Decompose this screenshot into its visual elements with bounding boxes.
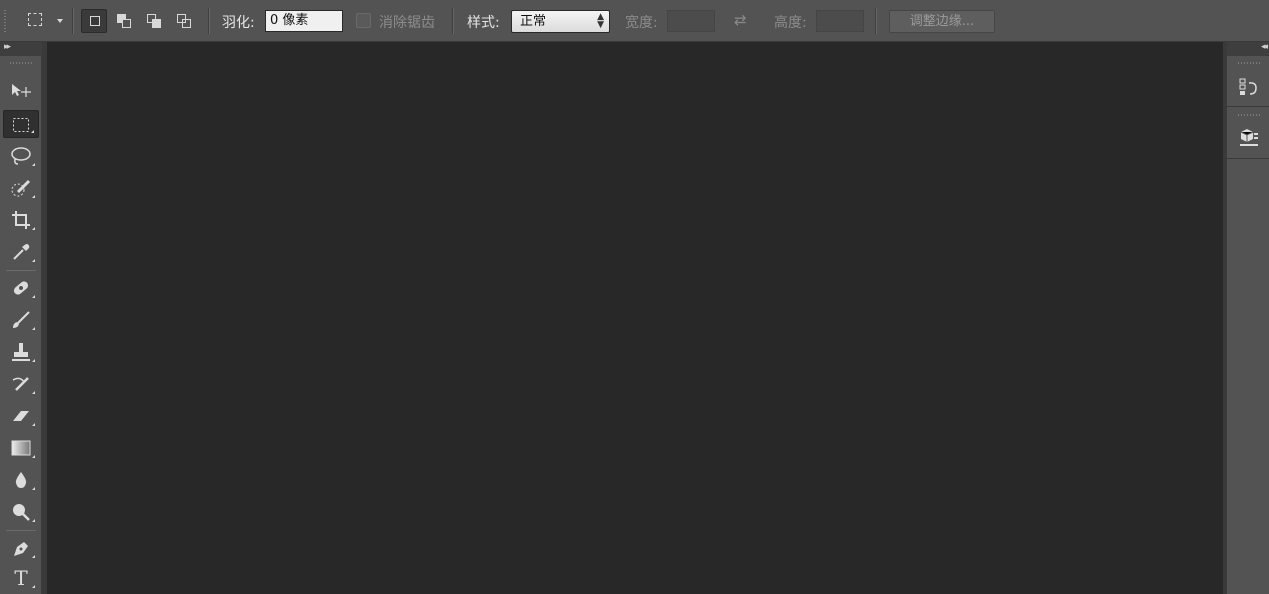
subtract-from-selection-button[interactable] xyxy=(141,9,167,33)
options-bar-grip[interactable] xyxy=(4,10,6,32)
style-label: 样式: xyxy=(467,15,500,31)
dock-grip[interactable] xyxy=(1238,62,1260,64)
divider xyxy=(452,8,454,34)
chevron-down-icon xyxy=(57,19,63,23)
pen-tool[interactable] xyxy=(3,534,39,562)
panel-dock: ◂◂ xyxy=(1227,42,1269,594)
gradient-tool[interactable] xyxy=(3,434,39,462)
eyedropper-icon xyxy=(13,244,30,260)
crop-tool[interactable] xyxy=(3,206,39,234)
move-tool[interactable] xyxy=(3,76,39,104)
crop-icon xyxy=(12,211,30,229)
brush-icon xyxy=(13,311,30,328)
tools-panel-grip[interactable] xyxy=(10,62,32,64)
swap-icon[interactable]: ⇄ xyxy=(734,11,747,29)
divider xyxy=(6,530,36,531)
divider xyxy=(1227,106,1269,107)
height-input[interactable] xyxy=(816,10,864,32)
height-label: 高度: xyxy=(774,15,807,31)
divider xyxy=(1227,158,1269,159)
marquee-icon xyxy=(13,118,29,132)
marquee-icon xyxy=(28,13,42,26)
divider xyxy=(6,270,36,271)
history-icon xyxy=(1239,78,1257,95)
history-brush-icon xyxy=(12,377,29,391)
new-selection-icon xyxy=(90,16,100,26)
tool-preset-picker[interactable] xyxy=(24,10,70,32)
divider xyxy=(875,8,877,34)
options-bar: 羽化: 0 像素 消除锯齿 样式: 正常 ▲ ▼ 宽度: ⇄ 高度: 调整边缘..… xyxy=(0,0,1269,42)
eyedropper-tool[interactable] xyxy=(3,238,39,266)
select-arrows-icon: ▲ ▼ xyxy=(597,12,604,30)
brush-tool[interactable] xyxy=(3,306,39,334)
width-input[interactable] xyxy=(667,10,715,32)
feather-input[interactable]: 0 像素 xyxy=(265,10,343,32)
spot-healing-tool[interactable] xyxy=(3,274,39,302)
lasso-icon xyxy=(11,147,31,165)
new-selection-button[interactable] xyxy=(81,9,107,33)
eraser-icon xyxy=(13,411,29,421)
cube-icon xyxy=(1240,129,1258,146)
tools-panel-header[interactable]: ▸▸ xyxy=(0,42,42,56)
document-canvas-area[interactable] xyxy=(47,42,1223,594)
move-icon xyxy=(12,84,31,97)
intersect-selection-button[interactable] xyxy=(171,9,197,33)
antialias-checkbox[interactable] xyxy=(356,13,371,28)
type-icon: T xyxy=(14,566,28,590)
drop-icon xyxy=(15,472,27,488)
style-select[interactable]: 正常 ▲ ▼ xyxy=(511,10,610,33)
rectangular-marquee-tool[interactable] xyxy=(3,110,39,138)
pen-icon xyxy=(14,542,28,556)
blur-tool[interactable] xyxy=(3,466,39,494)
lasso-tool[interactable] xyxy=(3,142,39,170)
width-label: 宽度: xyxy=(625,15,658,31)
eraser-tool[interactable] xyxy=(3,402,39,430)
dock-grip[interactable] xyxy=(1238,114,1260,116)
collapse-icon: ◂◂ xyxy=(1260,42,1268,52)
style-select-value: 正常 xyxy=(520,14,547,29)
divider xyxy=(208,8,210,34)
3d-panel-button[interactable] xyxy=(1235,124,1263,150)
expand-icon: ▸▸ xyxy=(4,42,11,52)
stamp-icon xyxy=(12,343,30,361)
add-to-selection-button[interactable] xyxy=(111,9,137,33)
antialias-label: 消除锯齿 xyxy=(379,15,435,31)
clone-stamp-tool[interactable] xyxy=(3,338,39,366)
quick-selection-tool[interactable] xyxy=(3,174,39,202)
gradient-icon xyxy=(11,440,31,456)
dodge-tool[interactable] xyxy=(3,498,39,526)
type-tool[interactable]: T xyxy=(3,564,39,592)
divider xyxy=(72,8,74,34)
history-brush-tool[interactable] xyxy=(3,370,39,398)
quick-selection-icon xyxy=(11,179,31,197)
refine-edge-button[interactable]: 调整边缘... xyxy=(889,10,995,33)
tools-panel: ▸▸ T xyxy=(0,42,42,594)
feather-label: 羽化: xyxy=(222,15,255,31)
history-panel-button[interactable] xyxy=(1235,74,1263,100)
dock-header[interactable]: ◂◂ xyxy=(1227,42,1269,56)
bandage-icon xyxy=(13,281,29,295)
dodge-icon xyxy=(13,504,30,521)
